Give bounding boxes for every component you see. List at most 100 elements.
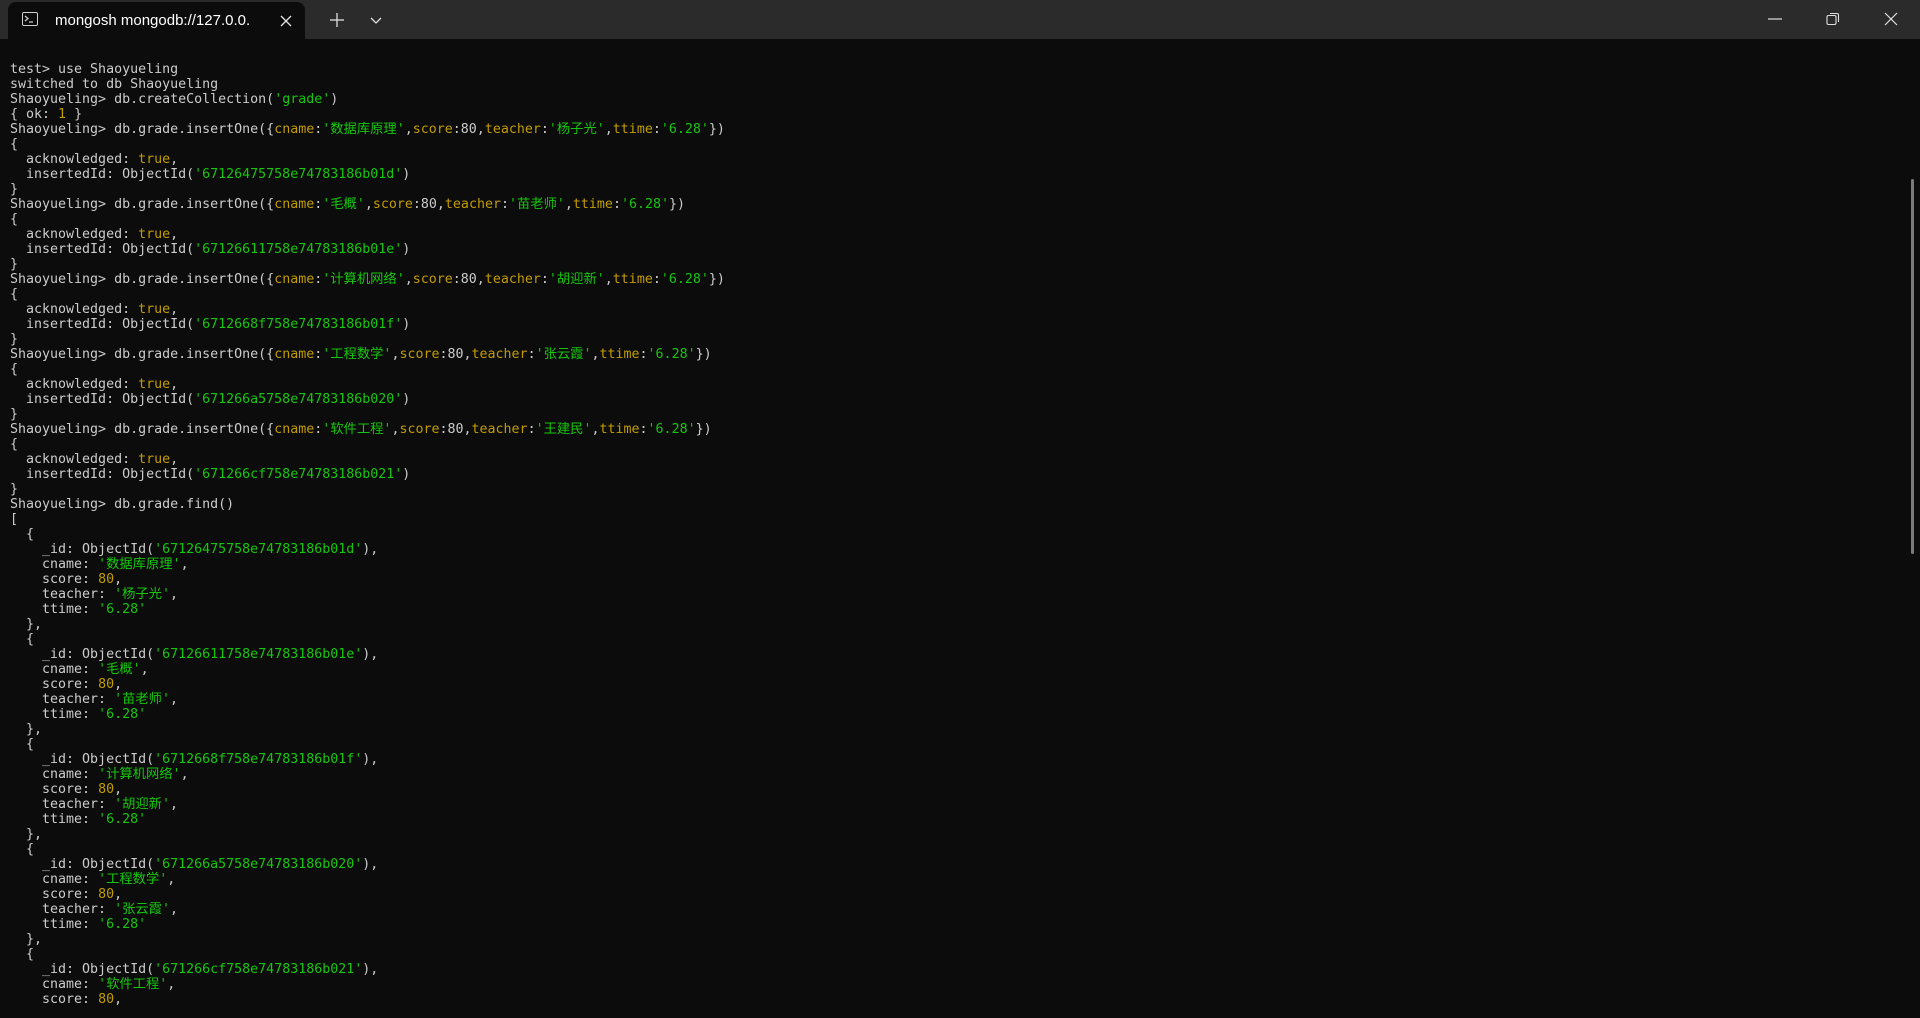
window-close-button[interactable] xyxy=(1862,0,1920,39)
terminal-text: '6.28' xyxy=(647,347,696,362)
terminal-text: test> use Shaoyueling xyxy=(10,62,179,77)
terminal-text: ttime: xyxy=(10,602,99,617)
terminal-text: score: xyxy=(10,992,99,1007)
terminal-text: ), xyxy=(362,857,379,872)
terminal-text: , xyxy=(591,422,600,437)
terminal-text: , xyxy=(604,272,613,287)
terminal-text: '67126475758e74783186b01d' xyxy=(154,542,363,557)
terminal-text: cname: xyxy=(10,557,99,572)
terminal-line: test> use Shaoyueling xyxy=(10,62,725,77)
terminal-text: '6.28' xyxy=(98,812,147,827)
terminal-text: '数据库原理' xyxy=(322,122,405,137)
terminal-text: '软件工程' xyxy=(98,977,168,992)
terminal-text: insertedId: ObjectId( xyxy=(10,167,195,182)
terminal-text: , xyxy=(114,887,123,902)
terminal-text: Shaoyueling> db.grade.insertOne({ xyxy=(10,122,275,137)
terminal-text: : xyxy=(540,122,549,137)
chevron-down-icon[interactable] xyxy=(366,10,386,30)
terminal-text: score: xyxy=(10,887,99,902)
terminal-line: ttime: '6.28' xyxy=(10,707,725,722)
terminal-text: ), xyxy=(362,962,379,977)
terminal-text: 1 xyxy=(58,107,67,122)
terminal-text: } xyxy=(10,257,19,272)
scrollbar-thumb[interactable] xyxy=(1911,179,1914,554)
terminal-line: acknowledged: true, xyxy=(10,377,725,392)
terminal-text: '6.28' xyxy=(98,707,147,722)
terminal-text: '胡迎新' xyxy=(548,272,605,287)
terminal-line: _id: ObjectId('67126611758e74783186b01e'… xyxy=(10,647,725,662)
terminal-text: true xyxy=(138,227,171,242)
title-bar: mongosh mongodb://127.0.0. xyxy=(0,0,1920,39)
terminal-text: }) xyxy=(695,347,712,362)
terminal-line: cname: '工程数学', xyxy=(10,872,725,887)
terminal-line: }, xyxy=(10,722,725,737)
terminal-line: _id: ObjectId('671266cf758e74783186b021'… xyxy=(10,962,725,977)
terminal-output[interactable]: test> use Shaoyueling switched to db Shao… xyxy=(0,39,1908,1018)
terminal-text: score xyxy=(412,122,453,137)
terminal-text: }) xyxy=(708,272,725,287)
terminal-text: acknowledged: xyxy=(10,227,139,242)
terminal-text: ) xyxy=(402,242,411,257)
terminal-text: , xyxy=(167,872,176,887)
terminal-text: '6712668f758e74783186b01f' xyxy=(194,317,403,332)
terminal-text: Shaoyueling> db.grade.insertOne({ xyxy=(10,422,275,437)
terminal-lines: test> use Shaoyueling switched to db Shao… xyxy=(10,62,725,1007)
terminal-text: } xyxy=(66,107,83,122)
terminal-text: ), xyxy=(362,752,379,767)
terminal-text: : xyxy=(639,422,648,437)
terminal-text: Shaoyueling> db.grade.find() xyxy=(10,497,235,512)
terminal-text: Shaoyueling> db.grade.insertOne({ xyxy=(10,347,275,362)
terminal-line: cname: '计算机网络', xyxy=(10,767,725,782)
close-icon xyxy=(1884,12,1898,26)
terminal-text: Shaoyueling> db.createCollection( xyxy=(10,92,275,107)
terminal-text: acknowledged: xyxy=(10,302,139,317)
terminal-text: }, xyxy=(10,617,43,632)
terminal-text: score xyxy=(372,197,413,212)
scrollbar[interactable] xyxy=(1908,39,1920,1018)
terminal-text: [ xyxy=(10,512,19,527)
terminal-line: acknowledged: true, xyxy=(10,302,725,317)
terminal-text: score xyxy=(399,347,440,362)
terminal-text: ), xyxy=(362,542,379,557)
terminal-tab[interactable]: mongosh mongodb://127.0.0. xyxy=(8,2,305,39)
terminal-text: ttime xyxy=(599,422,640,437)
terminal-text: ttime: xyxy=(10,812,99,827)
terminal-line: teacher: '杨子光', xyxy=(10,587,725,602)
terminal-line: } xyxy=(10,182,725,197)
terminal-text: , xyxy=(364,197,373,212)
terminal-text: insertedId: ObjectId( xyxy=(10,467,195,482)
terminal-text: '6.28' xyxy=(98,917,147,932)
plus-icon[interactable] xyxy=(327,10,347,30)
restore-button[interactable] xyxy=(1804,0,1862,39)
terminal-line: Shaoyueling> db.grade.find() xyxy=(10,497,725,512)
terminal-line: ttime: '6.28' xyxy=(10,917,725,932)
terminal-text: insertedId: ObjectId( xyxy=(10,242,195,257)
terminal-text: cname: xyxy=(10,662,99,677)
terminal-text: ttime xyxy=(612,122,653,137)
terminal-text: teacher xyxy=(444,197,501,212)
terminal-text: score: xyxy=(10,572,99,587)
terminal-text: }) xyxy=(695,422,712,437)
terminal-line: teacher: '苗老师', xyxy=(10,692,725,707)
terminal-text: :80, xyxy=(439,422,472,437)
terminal-text: '67126475758e74783186b01d' xyxy=(194,167,403,182)
terminal-text: _id: ObjectId( xyxy=(10,542,155,557)
terminal-text: { xyxy=(10,212,19,227)
terminal-text: '杨子光' xyxy=(548,122,605,137)
minimize-button[interactable] xyxy=(1746,0,1804,39)
terminal-line: { xyxy=(10,287,725,302)
terminal-line: score: 80, xyxy=(10,887,725,902)
terminal-text: , xyxy=(604,122,613,137)
terminal-text: , xyxy=(169,902,178,917)
terminal-text: :80, xyxy=(452,122,485,137)
terminal-text: }, xyxy=(10,827,43,842)
terminal-text: true xyxy=(138,377,171,392)
terminal-text: 80 xyxy=(98,992,115,1007)
terminal-text: _id: ObjectId( xyxy=(10,647,155,662)
terminal-text: '计算机网络' xyxy=(98,767,181,782)
terminal-text: _id: ObjectId( xyxy=(10,962,155,977)
close-icon[interactable] xyxy=(279,13,293,27)
terminal-text: 80 xyxy=(98,887,115,902)
terminal-line: }, xyxy=(10,932,725,947)
terminal-text: { xyxy=(10,437,19,452)
